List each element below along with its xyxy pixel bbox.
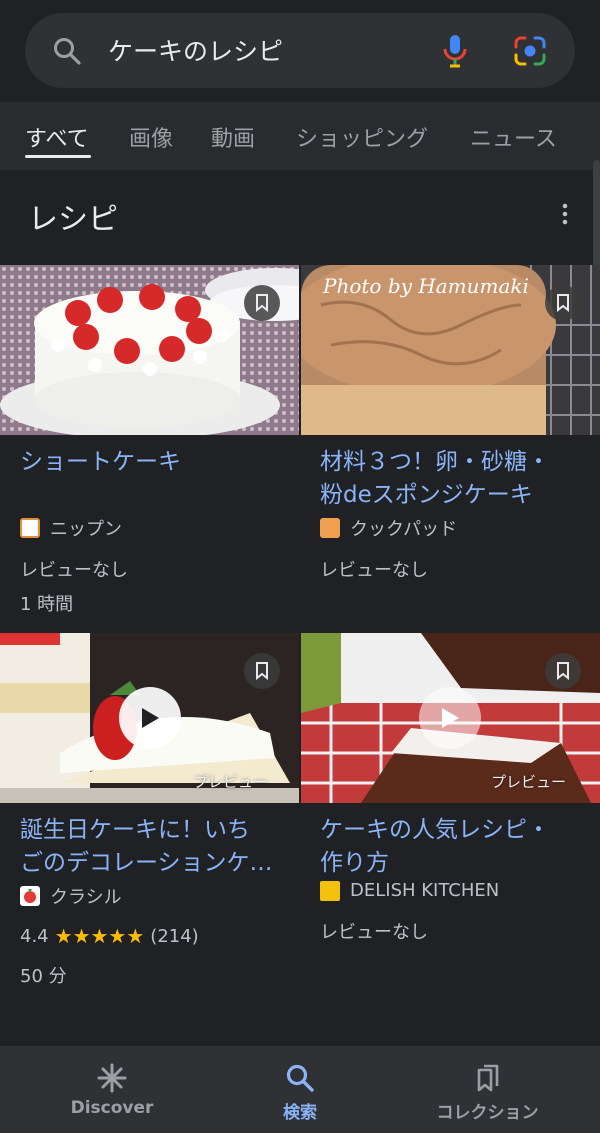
rating-row: 4.4 ★★★★★ (214) xyxy=(20,924,199,948)
section-title: レシピ xyxy=(28,202,118,237)
bookmark-icon[interactable] xyxy=(545,285,581,321)
search-icon[interactable] xyxy=(52,36,82,66)
recipe-card-title[interactable]: 材料３つ！卵・砂糖・ xyxy=(320,446,550,479)
source-logo-icon xyxy=(20,886,40,906)
tab-videos[interactable]: 動画 xyxy=(211,121,255,153)
recipe-card-title-line2[interactable]: ごのデコレーションケ… xyxy=(20,847,273,880)
source-name: クラシル xyxy=(50,887,122,908)
discover-asterisk-icon xyxy=(97,1063,127,1093)
source-name: DELISH KITCHEN xyxy=(350,880,500,901)
preview-label: プレビュー xyxy=(491,773,567,791)
nav-discover[interactable]: Discover xyxy=(62,1046,162,1133)
recipe-card-title[interactable]: ケーキの人気レシピ・ xyxy=(320,814,550,847)
recipe-card-title-line2[interactable]: 粉deスポンジケーキ xyxy=(320,479,533,512)
source-row: ニップン xyxy=(20,515,122,541)
recipe-card-image[interactable]: プレビュー xyxy=(0,633,299,803)
source-row: クックパッド xyxy=(320,515,457,541)
search-icon xyxy=(286,1064,314,1092)
source-row: DELISH KITCHEN xyxy=(320,880,499,901)
recipe-card-title[interactable]: 誕生日ケーキに！いち xyxy=(20,814,250,847)
source-logo-icon xyxy=(320,880,340,901)
more-options-icon[interactable] xyxy=(560,202,570,226)
active-tab-indicator xyxy=(25,155,91,158)
recipe-card-image[interactable] xyxy=(0,265,299,435)
review-count: (214) xyxy=(150,925,199,947)
collections-icon xyxy=(477,1064,498,1092)
source-name: クックパッド xyxy=(350,519,458,540)
recipe-card-title-line2[interactable]: 作り方 xyxy=(320,847,389,880)
nav-collections[interactable]: コレクション xyxy=(420,1046,555,1133)
source-name: ニップン xyxy=(50,519,122,540)
cook-time: 1 時間 xyxy=(20,594,74,615)
nav-search[interactable]: 検索 xyxy=(250,1046,350,1133)
source-row: クラシル xyxy=(20,883,122,909)
search-header: ケーキのレシピ xyxy=(0,0,600,102)
microphone-icon[interactable] xyxy=(441,33,469,69)
nav-label: コレクション xyxy=(436,1103,539,1123)
review-status: レビューなし xyxy=(320,922,428,943)
tab-all[interactable]: すべて xyxy=(25,121,89,153)
source-logo-icon xyxy=(320,518,340,538)
bottom-navigation: Discover 検索 コレクション xyxy=(0,1046,600,1133)
photo-credit-text: Photo by Hamumaki xyxy=(322,274,529,298)
rating-value: 4.4 xyxy=(20,925,49,947)
recipe-card-image[interactable]: プレビュー xyxy=(301,633,600,803)
search-tabs: すべて 画像 動画 ショッピング ニュース xyxy=(0,102,600,170)
play-button[interactable] xyxy=(119,687,181,749)
bookmark-icon[interactable] xyxy=(244,285,280,321)
review-status: レビューなし xyxy=(20,560,128,581)
recipe-card-title[interactable]: ショートケーキ xyxy=(20,446,181,479)
bookmark-icon[interactable] xyxy=(545,653,581,689)
nav-label: 検索 xyxy=(283,1103,317,1123)
tab-news[interactable]: ニュース xyxy=(470,121,557,153)
play-icon xyxy=(442,708,459,728)
cook-time: 50 分 xyxy=(20,966,67,987)
tab-images[interactable]: 画像 xyxy=(129,121,173,153)
nav-label: Discover xyxy=(70,1098,154,1118)
play-button[interactable] xyxy=(419,687,481,749)
recipe-card-image[interactable]: Photo by Hamumaki xyxy=(301,265,600,435)
star-rating-icon: ★★★★★ xyxy=(54,924,145,948)
preview-label: プレビュー xyxy=(193,773,269,791)
lens-camera-icon[interactable] xyxy=(513,35,547,67)
source-logo-icon xyxy=(20,518,40,538)
search-input[interactable]: ケーキのレシピ xyxy=(108,32,283,68)
play-icon xyxy=(142,708,159,728)
review-status: レビューなし xyxy=(320,560,428,581)
bookmark-icon[interactable] xyxy=(244,653,280,689)
tab-shopping[interactable]: ショッピング xyxy=(296,121,428,153)
